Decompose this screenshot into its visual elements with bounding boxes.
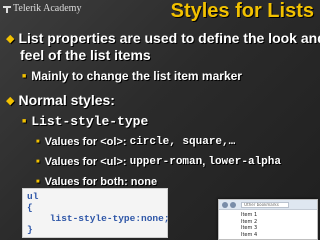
square-bullet-icon: ■ (36, 139, 40, 145)
values-ul: ■ Values for <ul>: upper-roman , lower-a… (36, 156, 281, 168)
forward-icon (230, 201, 236, 208)
bullet-text: Values for both: none (44, 176, 158, 188)
bookmarks-bar: Other bookmarks (241, 201, 289, 208)
bullet-list-properties: ◆ List properties are used to define the… (6, 30, 320, 46)
diamond-bullet-icon: ◆ (6, 95, 15, 107)
square-bullet-icon: ■ (22, 73, 27, 80)
browser-screenshot: Other bookmarks Item 1 Item 2 Item 3 Ite… (218, 199, 318, 240)
values-code: lower-alpha (208, 156, 281, 168)
square-bullet-icon: ■ (36, 159, 40, 165)
browser-toolbar: Other bookmarks (219, 200, 317, 210)
code-example: ul { list-style-type:none; } (22, 188, 170, 238)
bullet-text: Normal styles: (18, 92, 115, 108)
sub-bullet-marker: ■ Mainly to change the list item marker (22, 69, 242, 83)
code-line: } (27, 224, 33, 235)
values-both: ■ Values for both: none (36, 176, 157, 188)
values-prefix: Values for <ol>: (44, 136, 130, 148)
code-line: ul (27, 191, 39, 202)
values-code: upper-roman (129, 156, 203, 168)
browser-page: Item 1 Item 2 Item 3 Item 4 (219, 210, 317, 239)
values-prefix: Values for <ul>: (44, 156, 130, 168)
values-code: circle, square,… (129, 136, 236, 148)
bullet-text: Mainly to change the list item marker (31, 69, 242, 83)
bullet-text: List properties are used to define the l… (18, 30, 320, 46)
bullet-text: List-style-type (31, 114, 149, 129)
list-item: Item 4 (241, 231, 258, 238)
bullet-normal-styles: ◆ Normal styles: (6, 92, 115, 108)
square-bullet-icon: ■ (22, 118, 27, 125)
diamond-bullet-icon: ◆ (6, 33, 15, 45)
square-bullet-icon: ■ (36, 179, 40, 185)
bullet-text: feel of the list items (20, 47, 151, 63)
sub-bullet-list-style-type: ■ List-style-type (22, 114, 148, 129)
values-ol: ■ Values for <ol>: circle, square,… (36, 136, 235, 148)
bullet-list-properties-cont: feel of the list items (20, 47, 151, 63)
code-line: { (27, 202, 33, 213)
code-line: list-style-type:none; (27, 213, 170, 224)
back-icon (222, 201, 228, 208)
